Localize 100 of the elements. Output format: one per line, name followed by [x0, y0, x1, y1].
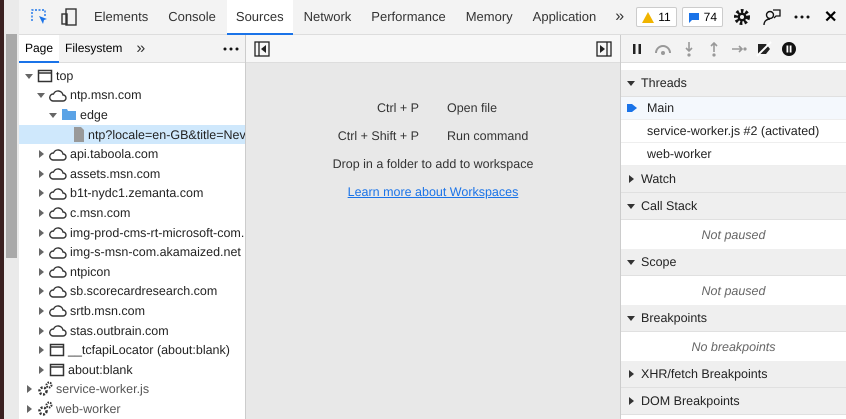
cloud-icon: [49, 265, 67, 278]
drop-hint: Drop in a folder to add to workspace: [332, 157, 534, 171]
collapsed-arrow-icon[interactable]: [37, 287, 46, 296]
section-header[interactable]: Threads: [621, 70, 846, 97]
navigator-tab[interactable]: Page: [19, 34, 60, 62]
collapsed-arrow-icon[interactable]: [37, 248, 46, 256]
collapsed-arrow-icon[interactable]: [25, 404, 34, 413]
tree-item[interactable]: b1t-nydc1.zemanta.com: [19, 184, 245, 204]
panel-tab[interactable]: Network: [294, 0, 360, 34]
gears-icon: [37, 381, 53, 398]
panel-tab[interactable]: Application: [524, 0, 606, 34]
section-header[interactable]: Breakpoints: [621, 305, 846, 332]
close-button[interactable]: ✕: [818, 7, 844, 27]
panel-tab[interactable]: Memory: [456, 0, 522, 34]
cloud-icon: [49, 246, 67, 259]
shortcut-keys: Ctrl + Shift + P: [338, 129, 419, 143]
collapsed-arrow-icon[interactable]: [25, 385, 34, 394]
scrollbar-thumb[interactable]: [6, 34, 17, 258]
file-icon: [73, 127, 85, 142]
device-icon[interactable]: [59, 7, 79, 27]
collapsed-arrow-icon[interactable]: [37, 150, 46, 158]
section-title: Threads: [641, 76, 687, 90]
navigator-tab[interactable]: Filesystem: [59, 34, 128, 62]
cloud-icon: [49, 206, 67, 220]
cloud-icon: [49, 186, 67, 200]
collapsed-arrow-icon[interactable]: [37, 268, 46, 276]
expanded-arrow-icon: [627, 79, 635, 87]
feedback-icon[interactable]: [762, 7, 782, 27]
shortcut-action: Open file: [446, 101, 498, 115]
section-header[interactable]: Scope: [621, 249, 846, 276]
section-title: XHR/fetch Breakpoints: [641, 367, 768, 381]
thread-item[interactable]: Main: [621, 97, 846, 120]
cloud-icon: [49, 304, 67, 318]
collapsed-arrow-icon: [627, 397, 635, 405]
tree-item[interactable]: edge: [19, 105, 245, 125]
more-tabs-button[interactable]: »: [128, 40, 154, 58]
window-icon: [37, 68, 53, 83]
tree-item[interactable]: c.msn.com: [19, 203, 245, 223]
warning-icon: [642, 12, 654, 22]
section-title: DOM Breakpoints: [641, 394, 740, 408]
tree-item[interactable]: ntpicon: [19, 262, 245, 282]
shortcut-action: Run command: [446, 129, 528, 143]
tree-item[interactable]: img-s-msn-com.akamaized.net: [19, 242, 245, 262]
section-title: Call Stack: [641, 199, 698, 213]
panel-tab[interactable]: Console: [159, 0, 225, 34]
panel-tab[interactable]: Elements: [85, 0, 158, 34]
collapsed-arrow-icon[interactable]: [37, 228, 46, 237]
section-header[interactable]: Watch: [621, 166, 846, 193]
expanded-arrow-icon[interactable]: [25, 72, 34, 80]
expanded-arrow-icon: [627, 258, 635, 266]
thread-item[interactable]: service-worker.js #2 (activated): [621, 120, 846, 143]
collapsed-arrow-icon: [627, 175, 635, 183]
gears-icon: [37, 400, 53, 417]
section-title: Scope: [641, 255, 676, 269]
collapsed-arrow-icon[interactable]: [37, 208, 46, 217]
panel-tab[interactable]: Performance: [362, 0, 455, 34]
tree-item[interactable]: stas.outbrain.com: [19, 320, 245, 340]
section-title: Watch: [641, 172, 676, 186]
expanded-arrow-icon[interactable]: [49, 110, 58, 119]
section-header[interactable]: DOM Breakpoints: [621, 388, 846, 415]
tree-item[interactable]: assets.msn.com: [19, 164, 245, 184]
folder-icon: [61, 108, 77, 122]
more-tabs-button[interactable]: »: [607, 8, 632, 26]
expanded-arrow-icon[interactable]: [37, 91, 46, 100]
tree-item[interactable]: sb.scorecardresearch.com: [19, 282, 245, 302]
cloud-icon: [49, 284, 67, 298]
tree-item[interactable]: srtb.msn.com: [19, 301, 245, 321]
panel-tab[interactable]: Sources: [226, 0, 293, 34]
tree-item[interactable]: ntp.msn.com: [19, 86, 245, 106]
expanded-arrow-icon: [627, 202, 635, 210]
warnings-badge[interactable]: 11: [636, 7, 677, 27]
section-title: Breakpoints: [641, 311, 708, 325]
tree-item[interactable]: api.taboola.com: [19, 144, 245, 164]
collapsed-arrow-icon[interactable]: [37, 189, 46, 198]
toggle-debugger-icon[interactable]: [596, 40, 612, 56]
workspaces-link[interactable]: Learn more about Workspaces: [348, 185, 518, 199]
collapsed-arrow-icon[interactable]: [37, 306, 46, 315]
collapsed-arrow-icon[interactable]: [37, 326, 46, 335]
cloud-icon: [49, 167, 67, 180]
settings-icon[interactable]: [732, 7, 752, 27]
tree-item[interactable]: about:blank: [19, 360, 245, 380]
section-header[interactable]: Call Stack: [621, 193, 846, 220]
section-header[interactable]: XHR/fetch Breakpoints: [621, 361, 846, 388]
tree-item[interactable]: web-worker: [19, 399, 245, 419]
collapsed-arrow-icon: [627, 370, 635, 378]
collapsed-arrow-icon[interactable]: [37, 170, 46, 178]
tree-item[interactable]: top: [19, 66, 245, 86]
messages-badge[interactable]: 74: [682, 7, 724, 27]
deactivate-breakpoints-icon[interactable]: [756, 40, 772, 56]
pause-on-exceptions-icon[interactable]: [781, 40, 797, 56]
current-thread-icon: [627, 103, 637, 113]
tree-item[interactable]: __tcfapiLocator (about:blank): [19, 340, 245, 360]
collapsed-arrow-icon[interactable]: [37, 346, 46, 354]
tree-item[interactable]: img-prod-cms-rt-microsoft-com.: [19, 222, 245, 242]
collapsed-arrow-icon[interactable]: [37, 366, 46, 374]
toggle-navigator-icon[interactable]: [254, 40, 270, 56]
window-icon: [49, 343, 65, 358]
expanded-arrow-icon: [627, 314, 635, 322]
window-icon: [49, 362, 65, 377]
tree-item[interactable]: service-worker.js: [19, 380, 245, 400]
